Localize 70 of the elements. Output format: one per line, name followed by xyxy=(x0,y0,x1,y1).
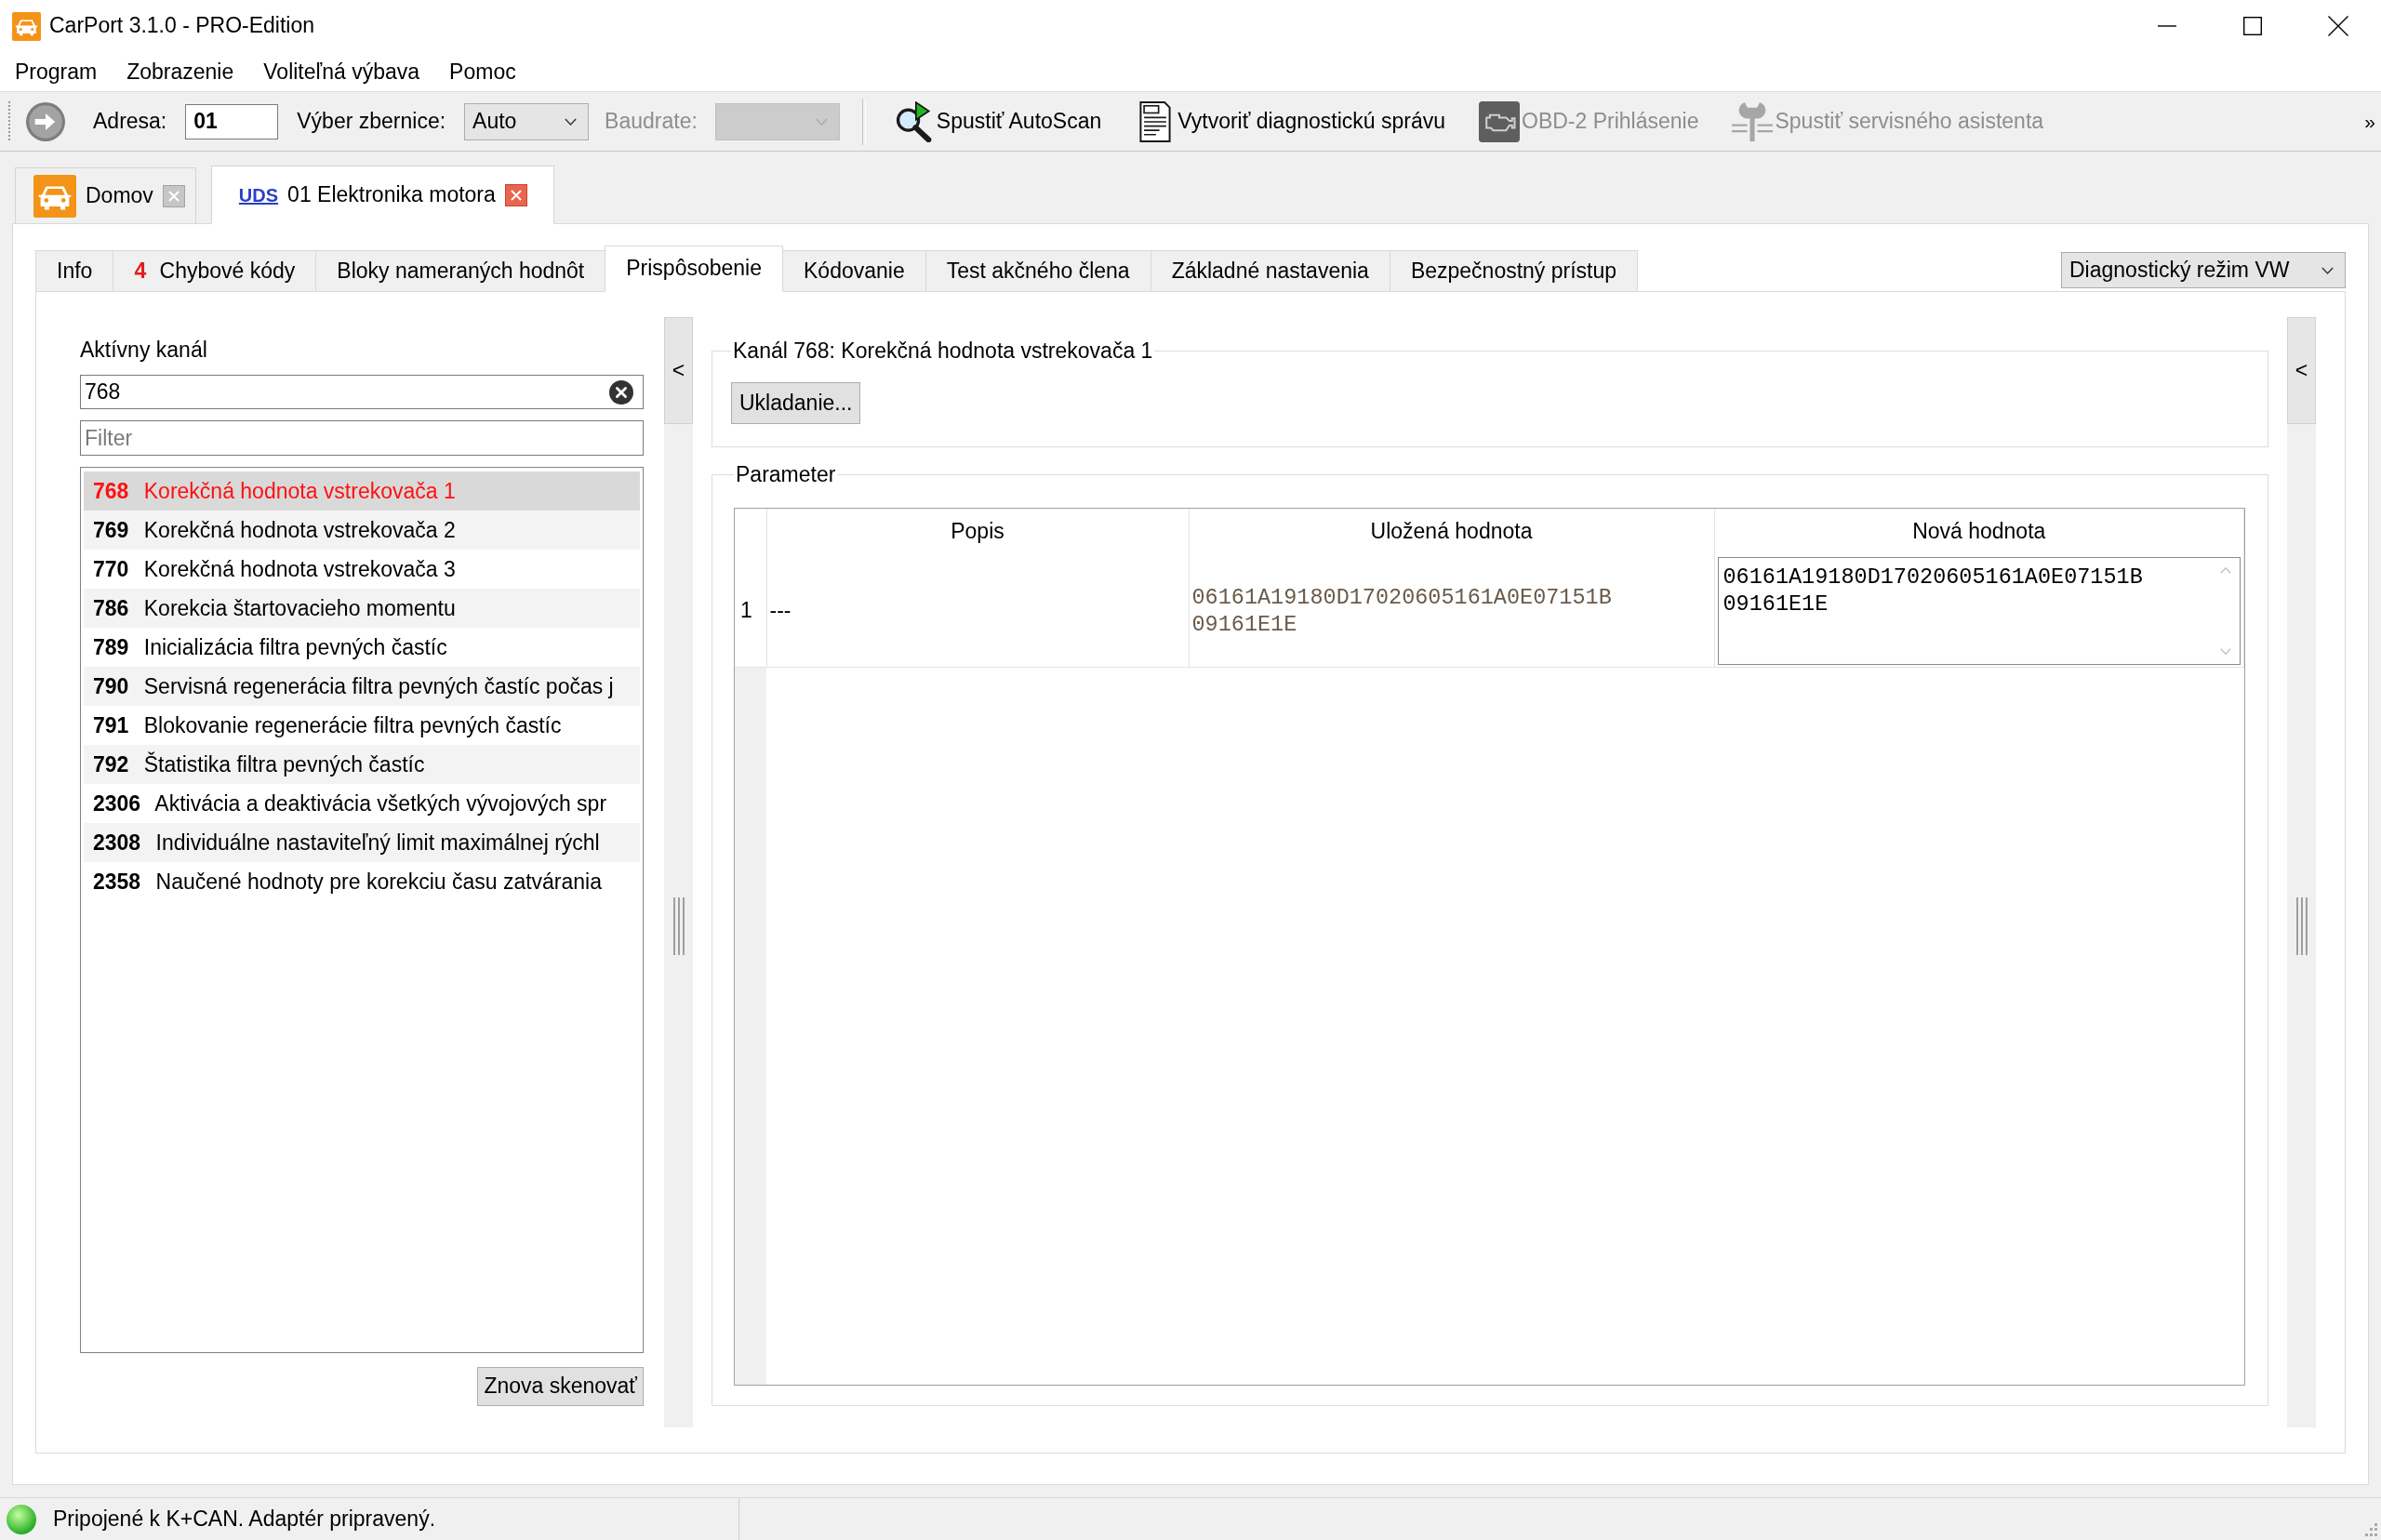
resize-grip-icon[interactable] xyxy=(2364,1523,2377,1536)
column-header: Nová hodnota xyxy=(1714,509,2244,555)
car-icon xyxy=(33,174,76,218)
grip-icon[interactable] xyxy=(672,896,685,955)
close-icon[interactable] xyxy=(2328,16,2348,36)
menu-item[interactable]: Zobrazenie xyxy=(112,52,249,91)
save-button[interactable]: Ukladanie... xyxy=(731,382,861,424)
status-text: Pripojené k K+CAN. Adaptér pripravený. xyxy=(53,1506,436,1533)
address-field[interactable]: 01 xyxy=(185,103,279,139)
table-cell: --- xyxy=(766,555,1189,667)
row-number: 1 xyxy=(735,555,766,667)
menu-item[interactable]: Pomoc xyxy=(434,52,531,91)
chevron-down-icon xyxy=(815,117,828,126)
car-icon xyxy=(12,11,41,41)
field-label: Baudrate: xyxy=(605,108,698,135)
list-item[interactable]: 2306 Aktivácia a deaktivácia všetkých vývojových spr xyxy=(84,784,640,823)
wrench-icon xyxy=(1732,100,1774,142)
filter-field[interactable]: Filter xyxy=(80,420,644,456)
document-tab[interactable]: UDS 01 Elektronika motora xyxy=(210,166,554,224)
list-item[interactable]: 789 Inicializácia filtra pevných častíc xyxy=(84,628,640,667)
tab[interactable]: Info xyxy=(35,250,114,292)
grip-icon[interactable] xyxy=(2295,896,2308,955)
menu-item[interactable]: Voliteľná výbava xyxy=(248,52,435,91)
window-title: CarPort 3.1.0 - PRO-Edition xyxy=(49,13,315,39)
list-item[interactable]: 791 Blokovanie regenerácie filtra pevných častíc xyxy=(84,706,640,745)
clear-icon[interactable] xyxy=(609,380,633,405)
menu-item[interactable]: Program xyxy=(0,52,113,91)
grip-icon xyxy=(7,100,11,142)
chevron-down-icon[interactable] xyxy=(2220,647,2231,655)
field-label: Výber zbernice: xyxy=(297,108,446,135)
toolbar-button[interactable]: Vytvoriť diagnostickú správu xyxy=(1135,100,1445,142)
mode-dropdown[interactable]: Diagnostický režim VW xyxy=(2061,252,2346,288)
list-item[interactable]: 786 Korekcia štartovacieho momentu xyxy=(84,589,640,628)
splitter[interactable]: < xyxy=(2287,317,2316,1427)
channel-field[interactable]: 768 xyxy=(80,375,644,409)
tab[interactable]: Kódovanie xyxy=(783,250,926,292)
tab[interactable]: 4 Chybové kódy xyxy=(113,250,317,292)
chevron-down-icon xyxy=(2321,266,2334,274)
tab[interactable]: Test akčného člena xyxy=(925,250,1151,292)
list-item[interactable]: 769 Korekčná hodnota vstrekovača 2 xyxy=(84,511,640,550)
list-item[interactable]: 2358 Naučené hodnoty pre korekciu času zatvárania xyxy=(84,862,640,901)
table-cell: 06161A19180D17020605161A0E07151B09161E1E xyxy=(1189,555,1714,667)
document-tab[interactable]: Domov xyxy=(15,167,196,223)
splitter[interactable]: < xyxy=(664,317,693,1427)
tab[interactable]: Prispôsobenie xyxy=(605,246,783,292)
collapse-button[interactable]: < xyxy=(664,317,693,424)
field-label: Aktívny kanál xyxy=(80,337,208,363)
list-item[interactable]: 770 Korekčná hodnota vstrekovača 3 xyxy=(84,550,640,589)
overflow-button[interactable]: » xyxy=(2364,109,2375,134)
engine-icon xyxy=(1479,100,1520,142)
tab[interactable]: Bloky nameraných hodnôt xyxy=(316,250,606,292)
list-item[interactable]: 792 Štatistika filtra pevných častíc xyxy=(84,745,640,784)
list-item[interactable]: 2308 Individuálne nastaviteľný limit maximálnej rýchl xyxy=(84,823,640,862)
group-title: Parameter xyxy=(735,461,837,487)
collapse-button[interactable]: < xyxy=(2287,317,2316,424)
field-label: Adresa: xyxy=(93,108,167,135)
new-value-field[interactable]: 06161A19180D17020605161A0E07151B09161E1E xyxy=(1717,556,2241,665)
rescan-button[interactable]: Znova skenovať xyxy=(477,1367,644,1406)
arrow-right-circle-icon[interactable] xyxy=(26,101,65,141)
tab[interactable]: Bezpečnostný prístup xyxy=(1390,250,1639,292)
group-title: Kanál 768: Korekčná hodnota vstrekovača 1 xyxy=(732,338,1154,364)
toolbar-button[interactable]: Spustiť AutoScan xyxy=(893,100,1102,142)
chevron-up-icon[interactable] xyxy=(2220,566,2231,574)
chevron-down-icon xyxy=(565,117,578,126)
bus-dropdown[interactable]: Auto xyxy=(464,102,590,140)
list-item[interactable]: 790 Servisná regenerácia filtra pevných častíc počas j xyxy=(84,667,640,706)
maximize-icon[interactable] xyxy=(2243,17,2262,35)
column-header: Popis xyxy=(766,509,1189,555)
tab[interactable]: Základné nastavenia xyxy=(1151,250,1390,292)
column-header: Uložená hodnota xyxy=(1189,509,1714,555)
